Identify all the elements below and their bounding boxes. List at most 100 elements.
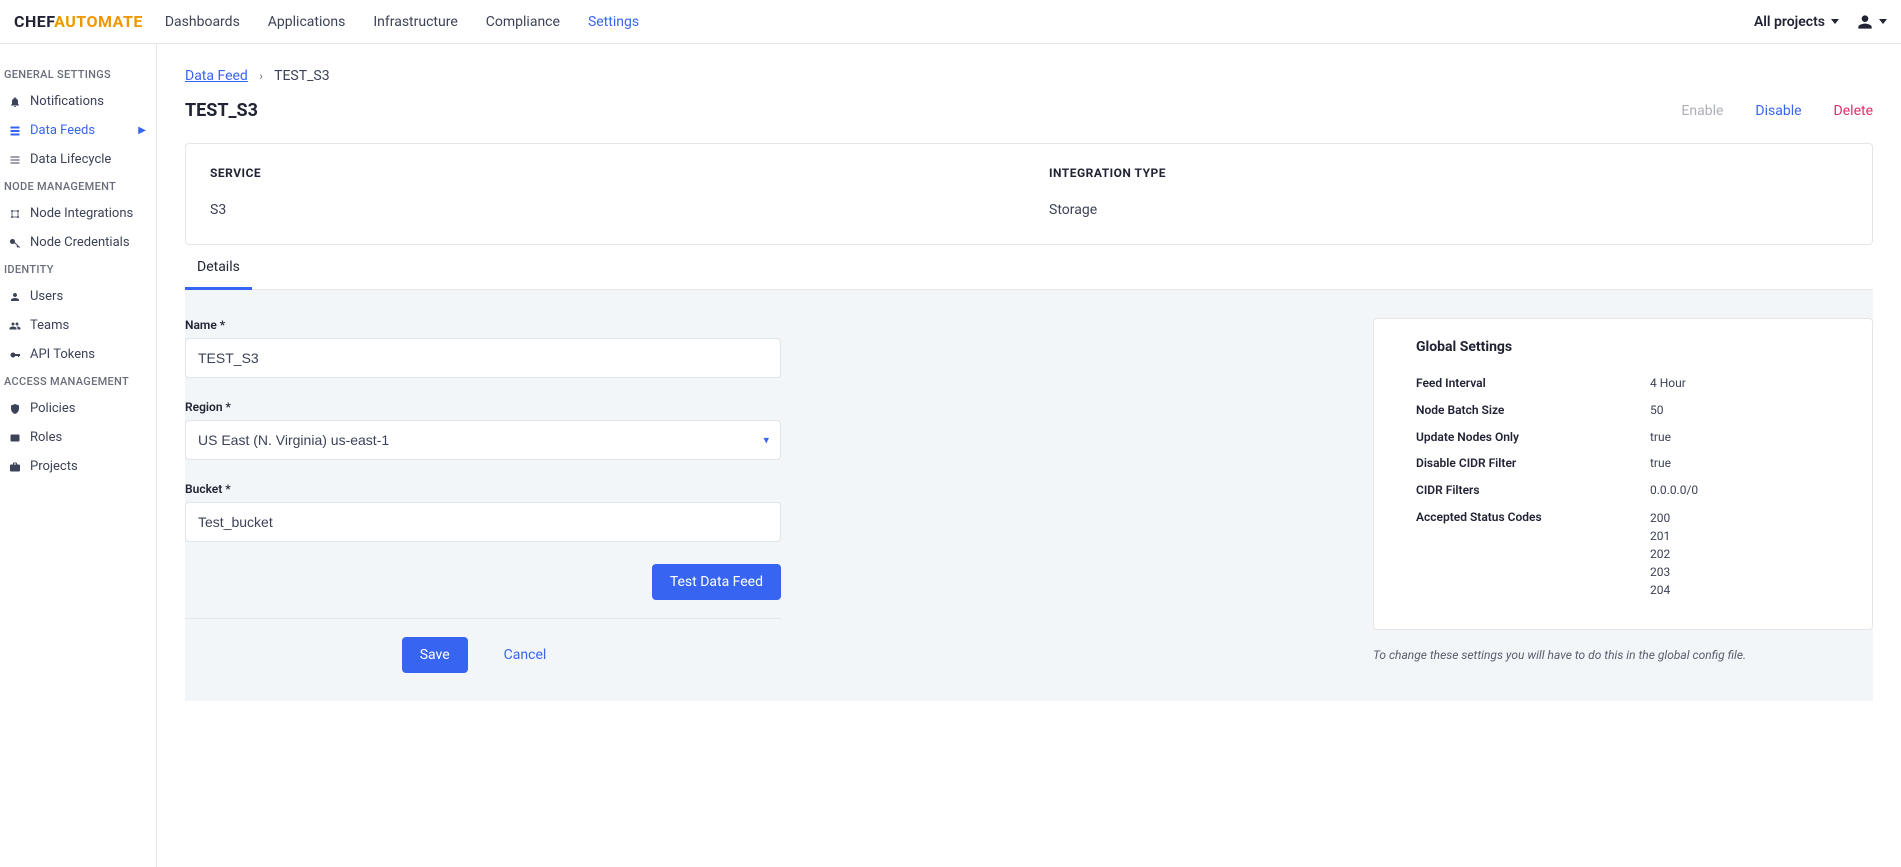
global-setting-row: Disable CIDR Filtertrue (1416, 455, 1802, 472)
sidebar-item-policies[interactable]: Policies (0, 394, 156, 423)
sidebar-group-title: NODE MANAGEMENT (0, 174, 156, 199)
sidebar-group-title: GENERAL SETTINGS (0, 62, 156, 87)
logo-chef: CHEF (14, 12, 54, 31)
divider (185, 618, 781, 619)
sidebar-item-api-tokens[interactable]: API Tokens (0, 340, 156, 369)
token-icon (8, 349, 22, 361)
sidebar-item-label: Users (30, 289, 63, 304)
global-setting-value: true (1650, 455, 1671, 472)
sidebar-item-label: Teams (30, 318, 69, 333)
global-settings-footnote: To change these settings you will have t… (1373, 648, 1873, 662)
key-icon (8, 237, 22, 249)
sidebar-group-title: ACCESS MANAGEMENT (0, 369, 156, 394)
sidebar-group-title: IDENTITY (0, 257, 156, 282)
global-setting-row: CIDR Filters0.0.0.0/0 (1416, 482, 1802, 499)
integration-type-value: Storage (1049, 202, 1848, 218)
user-icon (1855, 12, 1875, 32)
global-setting-value: 0.0.0.0/0 (1650, 482, 1698, 499)
sidebar-item-label: API Tokens (30, 347, 95, 362)
nav-compliance[interactable]: Compliance (486, 14, 560, 30)
region-select[interactable] (185, 420, 781, 460)
global-setting-row: Feed Interval4 Hour (1416, 375, 1802, 392)
sidebar-item-teams[interactable]: Teams (0, 311, 156, 340)
chevron-down-icon (1831, 19, 1839, 24)
sidebar-item-label: Projects (30, 459, 78, 474)
status-code: 200 (1650, 509, 1670, 527)
status-code: 202 (1650, 545, 1670, 563)
bucket-input[interactable] (185, 502, 781, 542)
test-data-feed-button[interactable]: Test Data Feed (652, 564, 781, 600)
sidebar-item-label: Data Lifecycle (30, 152, 111, 167)
sidebar-item-label: Roles (30, 430, 62, 445)
logo: CHEFAUTOMATE (14, 12, 143, 31)
save-button[interactable]: Save (402, 637, 468, 673)
logo-automate: AUTOMATE (54, 12, 143, 31)
global-setting-key: Disable CIDR Filter (1416, 455, 1650, 472)
feed-icon (8, 125, 22, 137)
breadcrumb-current: TEST_S3 (274, 68, 329, 84)
sidebar-item-node-integrations[interactable]: Node Integrations (0, 199, 156, 228)
status-code: 201 (1650, 527, 1670, 545)
sidebar-item-label: Node Credentials (30, 235, 130, 250)
global-setting-key: CIDR Filters (1416, 482, 1650, 499)
region-label: Region * (185, 400, 781, 414)
sidebar-item-data-lifecycle[interactable]: Data Lifecycle (0, 145, 156, 174)
breadcrumb: Data Feed › TEST_S3 (185, 68, 1873, 84)
cancel-button[interactable]: Cancel (486, 637, 565, 673)
projects-selector[interactable]: All projects (1754, 14, 1839, 30)
integration-type-label: INTEGRATION TYPE (1049, 166, 1848, 180)
nav-infrastructure[interactable]: Infrastructure (373, 14, 457, 30)
page-title: TEST_S3 (185, 100, 258, 121)
user-menu[interactable] (1855, 12, 1887, 32)
breadcrumb-root[interactable]: Data Feed (185, 68, 248, 84)
projects-label: All projects (1754, 14, 1825, 30)
status-code: 203 (1650, 563, 1670, 581)
bell-icon (8, 96, 22, 108)
enable-action: Enable (1681, 103, 1723, 119)
service-value: S3 (210, 202, 1009, 218)
user-icon (8, 291, 22, 303)
global-settings-title: Global Settings (1416, 339, 1802, 355)
global-setting-key: Node Batch Size (1416, 402, 1650, 419)
global-setting-value: 4 Hour (1650, 375, 1686, 392)
global-setting-value: true (1650, 429, 1671, 446)
team-icon (8, 320, 22, 332)
sidebar-item-roles[interactable]: Roles (0, 423, 156, 452)
lifecycle-icon (8, 154, 22, 166)
tab-details[interactable]: Details (185, 245, 252, 289)
info-box: SERVICE S3 INTEGRATION TYPE Storage (185, 143, 1873, 245)
global-setting-key: Feed Interval (1416, 375, 1650, 392)
global-setting-row: Update Nodes Onlytrue (1416, 429, 1802, 446)
sidebar-item-users[interactable]: Users (0, 282, 156, 311)
bucket-label: Bucket * (185, 482, 781, 496)
sidebar-item-label: Policies (30, 401, 75, 416)
sidebar-item-data-feeds[interactable]: Data Feeds ▶ (0, 116, 156, 145)
service-label: SERVICE (210, 166, 1009, 180)
chevron-down-icon (1879, 19, 1887, 24)
accepted-codes-label: Accepted Status Codes (1416, 509, 1650, 599)
global-setting-row: Node Batch Size50 (1416, 402, 1802, 419)
nav-dashboards[interactable]: Dashboards (165, 14, 240, 30)
global-settings-box: Global Settings Feed Interval4 HourNode … (1373, 318, 1873, 630)
disable-action[interactable]: Disable (1755, 103, 1801, 119)
global-setting-key: Update Nodes Only (1416, 429, 1650, 446)
project-icon (8, 461, 22, 473)
name-label: Name * (185, 318, 781, 332)
policy-icon (8, 403, 22, 415)
sidebar-item-node-credentials[interactable]: Node Credentials (0, 228, 156, 257)
sidebar-item-projects[interactable]: Projects (0, 452, 156, 481)
sidebar-item-notifications[interactable]: Notifications (0, 87, 156, 116)
name-input[interactable] (185, 338, 781, 378)
status-code: 204 (1650, 581, 1670, 599)
sidebar-item-label: Notifications (30, 94, 104, 109)
chevron-right-icon: ▶ (138, 125, 146, 136)
global-setting-value: 50 (1650, 402, 1664, 419)
sidebar-item-label: Node Integrations (30, 206, 133, 221)
nav-applications[interactable]: Applications (268, 14, 346, 30)
delete-action[interactable]: Delete (1834, 103, 1873, 119)
nav-settings[interactable]: Settings (588, 14, 639, 30)
integrations-icon (8, 208, 22, 220)
role-icon (8, 432, 22, 444)
chevron-right-icon: › (259, 69, 263, 83)
sidebar-item-label: Data Feeds (30, 123, 95, 138)
